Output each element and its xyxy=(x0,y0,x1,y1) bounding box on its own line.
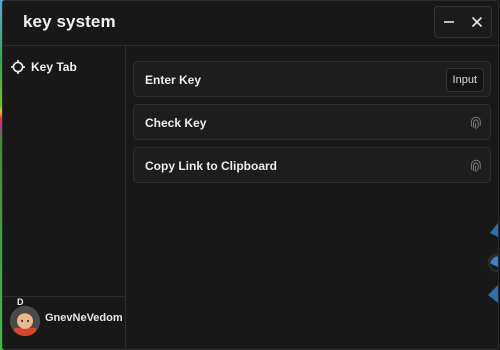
window-title: key system xyxy=(23,12,116,31)
tab-key-label: Key Tab xyxy=(31,60,77,74)
fingerprint-icon xyxy=(470,159,481,173)
window-controls xyxy=(434,6,492,38)
enter-key-row[interactable]: Enter Key Input xyxy=(133,61,491,97)
avatar xyxy=(10,306,40,336)
key-input[interactable]: Input xyxy=(445,68,484,92)
main-content: Enter Key Input Check Key Copy Link to C… xyxy=(133,61,491,190)
user-profile: D GnevNeVedom xyxy=(3,296,125,349)
tab-key[interactable]: Key Tab xyxy=(11,60,77,74)
title-bar[interactable]: key system xyxy=(3,1,498,46)
sidebar: Key Tab D GnevNeVedom xyxy=(3,46,126,349)
check-key-label: Check Key xyxy=(145,116,207,130)
enter-key-label: Enter Key xyxy=(145,73,202,87)
key-system-window: key system Key Tab D GnevNeVedom Enter K… xyxy=(2,0,499,350)
close-button[interactable] xyxy=(463,7,491,37)
copy-link-button[interactable]: Copy Link to Clipboard xyxy=(133,147,491,183)
avatar-image xyxy=(10,306,40,336)
check-key-button[interactable]: Check Key xyxy=(133,104,491,140)
crosshair-icon xyxy=(11,60,25,74)
username: GnevNeVedom xyxy=(45,312,123,324)
blue-star-decoration xyxy=(487,223,498,303)
minus-icon xyxy=(444,21,454,23)
copy-link-label: Copy Link to Clipboard xyxy=(145,159,277,173)
close-icon xyxy=(471,16,483,28)
minimize-button[interactable] xyxy=(435,7,463,37)
fingerprint-icon xyxy=(470,116,481,130)
